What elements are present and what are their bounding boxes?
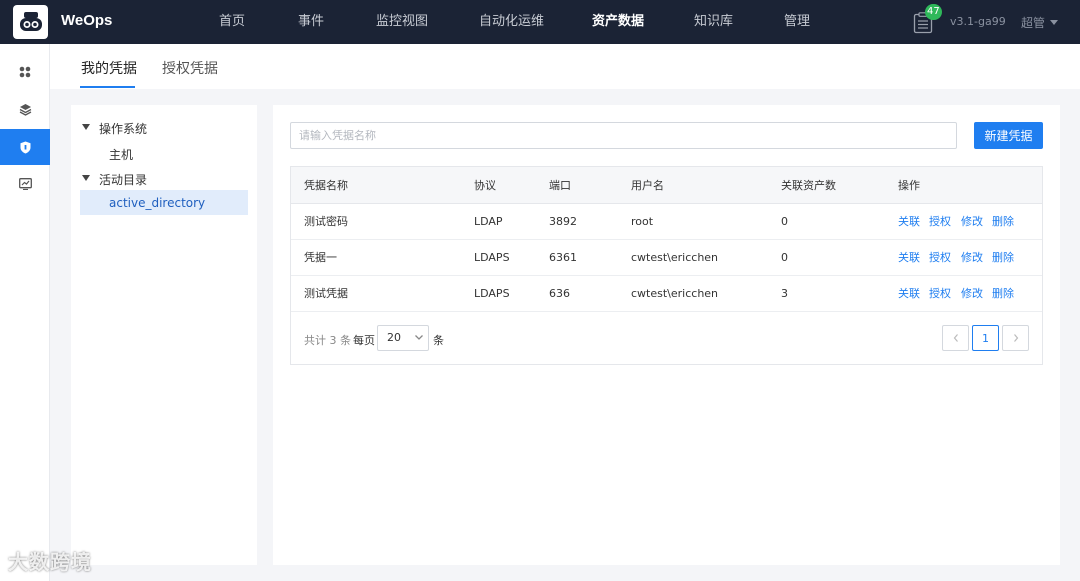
- logo[interactable]: [13, 5, 48, 39]
- cell-protocol: LDAPS: [474, 287, 510, 300]
- new-credential-button[interactable]: 新建凭据: [974, 122, 1043, 149]
- table-row: 凭据一 LDAPS 6361 cwtest\ericchen 0 关联 授权 修…: [291, 240, 1042, 276]
- per-page-unit: 条: [433, 334, 444, 347]
- rail-item-layers[interactable]: [0, 91, 50, 127]
- cell-asset-count: 0: [781, 215, 788, 228]
- rail-item-reports[interactable]: [0, 166, 50, 202]
- link-delete[interactable]: 删除: [992, 240, 1014, 276]
- chart-monitor-icon: [18, 178, 32, 190]
- version-label: v3.1-ga99: [950, 15, 1006, 28]
- column-header: 用户名: [631, 179, 664, 192]
- nav-automation[interactable]: 自动化运维: [479, 0, 544, 44]
- cell-asset-count: 3: [781, 287, 788, 300]
- link-edit[interactable]: 修改: [961, 276, 983, 312]
- tree-item-host[interactable]: 主机: [109, 146, 133, 163]
- link-authorize[interactable]: 授权: [929, 276, 951, 312]
- table-row: 测试凭据 LDAPS 636 cwtest\ericchen 3 关联 授权 修…: [291, 276, 1042, 312]
- nav-admin[interactable]: 管理: [784, 0, 810, 44]
- shield-icon: [20, 141, 30, 153]
- per-page-label: 每页: [353, 334, 375, 347]
- caret-down-icon[interactable]: [82, 124, 90, 130]
- nav-events[interactable]: 事件: [298, 0, 324, 44]
- total-count: 共计 3 条: [304, 334, 351, 347]
- link-associate[interactable]: 关联: [898, 240, 920, 276]
- cell-username: cwtest\ericchen: [631, 287, 719, 300]
- cell-protocol: LDAP: [474, 215, 503, 228]
- layers-icon: [19, 103, 31, 116]
- search-input[interactable]: [290, 122, 957, 149]
- chevron-down-icon: [415, 335, 423, 340]
- active-tab-indicator: [80, 86, 135, 88]
- brand-name: WeOps: [61, 12, 113, 29]
- cell-protocol: LDAPS: [474, 251, 510, 264]
- column-header: 关联资产数: [781, 179, 836, 192]
- page-size-select[interactable]: 20: [377, 325, 429, 351]
- tab-authorized-credentials[interactable]: 授权凭据: [162, 58, 218, 78]
- cell-name: 测试凭据: [304, 287, 348, 300]
- page-size-value: 20: [387, 331, 401, 344]
- link-edit[interactable]: 修改: [961, 240, 983, 276]
- caret-down-icon[interactable]: [1050, 20, 1058, 25]
- nav-home[interactable]: 首页: [219, 0, 245, 44]
- rail-item-dashboard[interactable]: [0, 54, 50, 90]
- next-page-button[interactable]: [1002, 325, 1029, 351]
- tree-group-os[interactable]: 操作系统: [99, 120, 147, 137]
- tree-group-ad[interactable]: 活动目录: [99, 171, 147, 188]
- link-authorize[interactable]: 授权: [929, 240, 951, 276]
- link-edit[interactable]: 修改: [961, 204, 983, 240]
- cell-username: cwtest\ericchen: [631, 251, 719, 264]
- robot-logo-icon: [19, 12, 42, 31]
- cell-name: 凭据一: [304, 251, 337, 264]
- rail-item-credentials[interactable]: [0, 129, 50, 165]
- page-number-button[interactable]: 1: [972, 325, 999, 351]
- nav-knowledge[interactable]: 知识库: [694, 0, 733, 44]
- tab-my-credentials[interactable]: 我的凭据: [81, 58, 137, 78]
- cell-port: 6361: [549, 251, 577, 264]
- column-header: 操作: [898, 179, 920, 192]
- user-menu[interactable]: 超管: [1021, 14, 1045, 31]
- cell-asset-count: 0: [781, 251, 788, 264]
- chevron-left-icon: [953, 334, 958, 342]
- tree-item-active-directory[interactable]: active_directory: [109, 196, 205, 210]
- table-row: 测试密码 LDAP 3892 root 0 关联 授权 修改 删除: [291, 204, 1042, 240]
- link-authorize[interactable]: 授权: [929, 204, 951, 240]
- link-delete[interactable]: 删除: [992, 204, 1014, 240]
- column-header: 凭据名称: [304, 179, 348, 192]
- watermark: 大数跨境: [8, 550, 92, 574]
- chevron-right-icon: [1013, 334, 1018, 342]
- cell-port: 3892: [549, 215, 577, 228]
- notification-badge: 47: [925, 4, 942, 20]
- column-header: 协议: [474, 179, 496, 192]
- link-associate[interactable]: 关联: [898, 276, 920, 312]
- link-delete[interactable]: 删除: [992, 276, 1014, 312]
- column-header: 端口: [549, 179, 571, 192]
- cell-port: 636: [549, 287, 570, 300]
- grid-icon: [19, 66, 31, 78]
- nav-monitor-view[interactable]: 监控视图: [376, 0, 428, 44]
- cell-username: root: [631, 215, 654, 228]
- left-rail: [0, 44, 50, 581]
- cell-name: 测试密码: [304, 215, 348, 228]
- caret-down-icon[interactable]: [82, 175, 90, 181]
- nav-asset-data[interactable]: 资产数据: [592, 0, 644, 44]
- top-bar: WeOps 首页 事件 监控视图 自动化运维 资产数据 知识库 管理 47 v3…: [0, 0, 1080, 44]
- link-associate[interactable]: 关联: [898, 204, 920, 240]
- table-header: 凭据名称 协议 端口 用户名 关联资产数 操作: [291, 167, 1042, 204]
- prev-page-button[interactable]: [942, 325, 969, 351]
- tabs-bar: 我的凭据 授权凭据: [50, 44, 1080, 89]
